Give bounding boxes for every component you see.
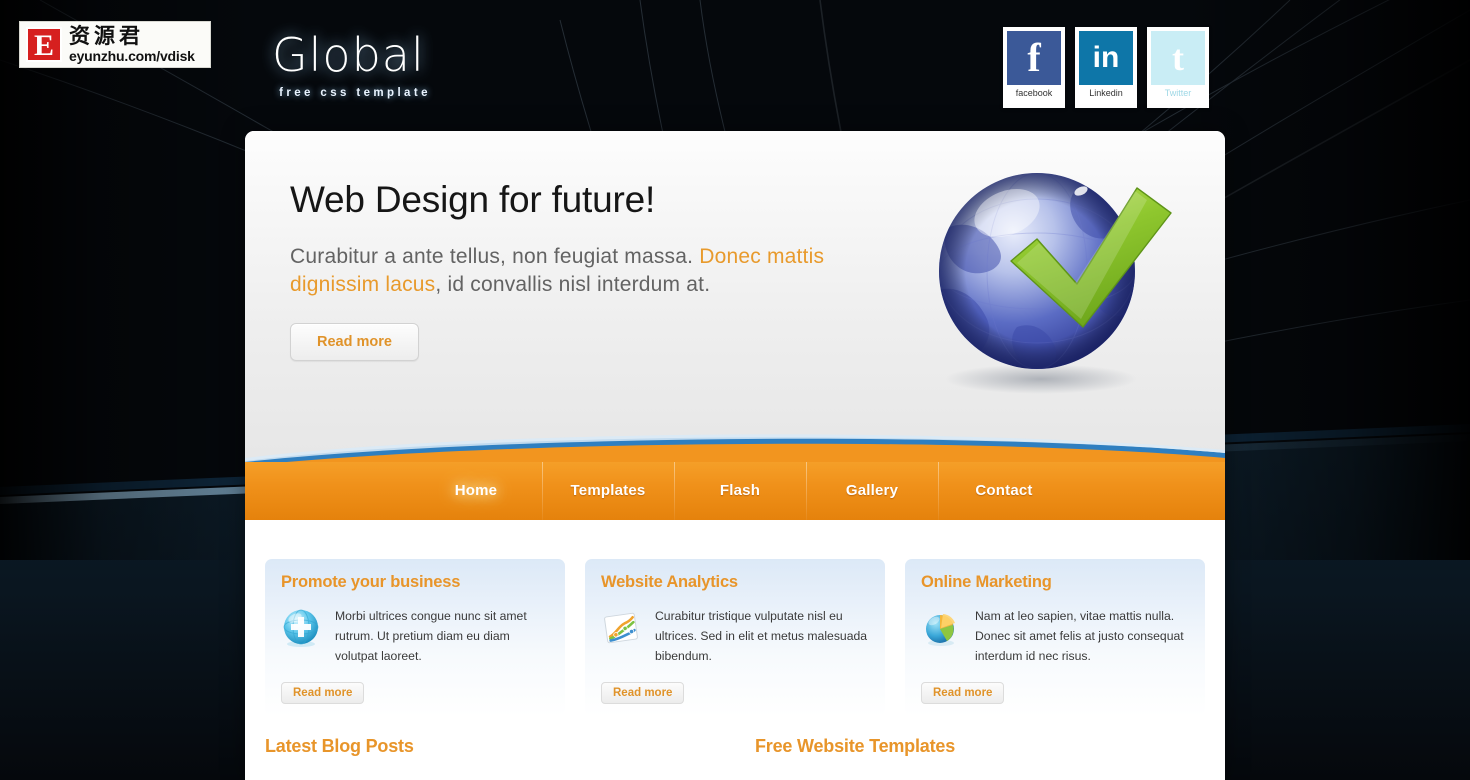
nav-item-contact[interactable]: Contact [938, 462, 1070, 520]
site-header: E 资源君 eyunzhu.com/vdisk Global free css … [0, 0, 1470, 132]
feature-body: Morbi ultrices congue nunc sit amet rutr… [281, 606, 549, 666]
hero-read-more-button[interactable]: Read more [290, 323, 419, 361]
logo-url-text: eyunzhu.com/vdisk [69, 48, 195, 64]
feature-boxes: Promote your business Morbi ultrices con… [245, 520, 1225, 716]
globe-plus-icon [283, 609, 319, 647]
globe-check-icon [939, 173, 1172, 394]
social-links: f facebook in Linkedin t Twitter [1003, 27, 1209, 108]
free-website-templates-heading: Free Website Templates [755, 736, 956, 756]
logo-letter-icon: E [26, 27, 62, 62]
hero-section: Web Design for future! Curabitur a ante … [245, 131, 1225, 520]
latest-blog-posts-section: Latest Blog Posts [265, 736, 755, 757]
facebook-caption: facebook [1015, 88, 1053, 98]
brand-block: Global free css template [272, 28, 450, 99]
site-logo[interactable]: E 资源君 eyunzhu.com/vdisk [19, 21, 211, 68]
social-link-linkedin[interactable]: in Linkedin [1075, 27, 1137, 108]
feature-title: Website Analytics [601, 573, 738, 591]
feature-box-analytics: Website Analytics Curabitur tristique vu… [585, 559, 885, 716]
twitter-icon: t [1151, 31, 1205, 85]
nav-item-gallery[interactable]: Gallery [806, 462, 938, 520]
bottom-sections: Latest Blog Posts Free Website Templates [245, 736, 1225, 757]
brand-subtitle: free css template [279, 87, 431, 99]
nav-item-templates[interactable]: Templates [542, 462, 674, 520]
feature-read-more-button[interactable]: Read more [281, 682, 365, 704]
feature-text: Nam at leo sapien, vitae mattis nulla. D… [975, 609, 1184, 663]
feature-text: Curabitur tristique vulputate nisl eu ul… [655, 609, 868, 663]
logo-text: 资源君 eyunzhu.com/vdisk [69, 24, 195, 64]
main-navigation: Home Templates Flash Gallery Contact [245, 462, 1225, 520]
feature-box-promote: Promote your business Morbi ultrices con… [265, 559, 565, 716]
feature-read-more-button[interactable]: Read more [921, 682, 1005, 704]
feature-box-marketing: Online Marketing Nam at leo sapien, vita… [905, 559, 1205, 716]
main-content-panel: Web Design for future! Curabitur a ante … [245, 131, 1225, 780]
linkedin-icon: in [1079, 31, 1133, 85]
social-link-facebook[interactable]: f facebook [1003, 27, 1065, 108]
hero-paragraph: Curabitur a ante tellus, non feugiat mas… [290, 243, 850, 299]
brand-title: Global [272, 28, 425, 82]
hero-text-block: Web Design for future! Curabitur a ante … [290, 179, 850, 361]
line-chart-icon [604, 612, 638, 644]
feature-body: Curabitur tristique vulputate nisl eu ul… [601, 606, 869, 666]
feature-body: Nam at leo sapien, vitae mattis nulla. D… [921, 606, 1189, 666]
hero-heading: Web Design for future! [290, 179, 656, 220]
social-link-twitter[interactable]: t Twitter [1147, 27, 1209, 108]
free-website-templates-section: Free Website Templates [755, 736, 955, 757]
hero-text-before: Curabitur a ante tellus, non feugiat mas… [290, 245, 700, 268]
feature-title: Online Marketing [921, 573, 1052, 591]
hero-text-after: , id convallis nisl interdum at. [435, 273, 711, 296]
logo-chinese-text: 资源君 [69, 24, 144, 48]
pie-chart-icon [926, 614, 955, 646]
nav-item-home[interactable]: Home [410, 462, 542, 520]
feature-title: Promote your business [281, 573, 461, 591]
feature-read-more-button[interactable]: Read more [601, 682, 685, 704]
linkedin-caption: Linkedin [1089, 88, 1123, 98]
nav-item-flash[interactable]: Flash [674, 462, 806, 520]
feature-text: Morbi ultrices congue nunc sit amet rutr… [335, 609, 527, 663]
twitter-caption: Twitter [1164, 88, 1192, 98]
facebook-icon: f [1007, 31, 1061, 85]
latest-blog-posts-heading: Latest Blog Posts [265, 736, 414, 756]
